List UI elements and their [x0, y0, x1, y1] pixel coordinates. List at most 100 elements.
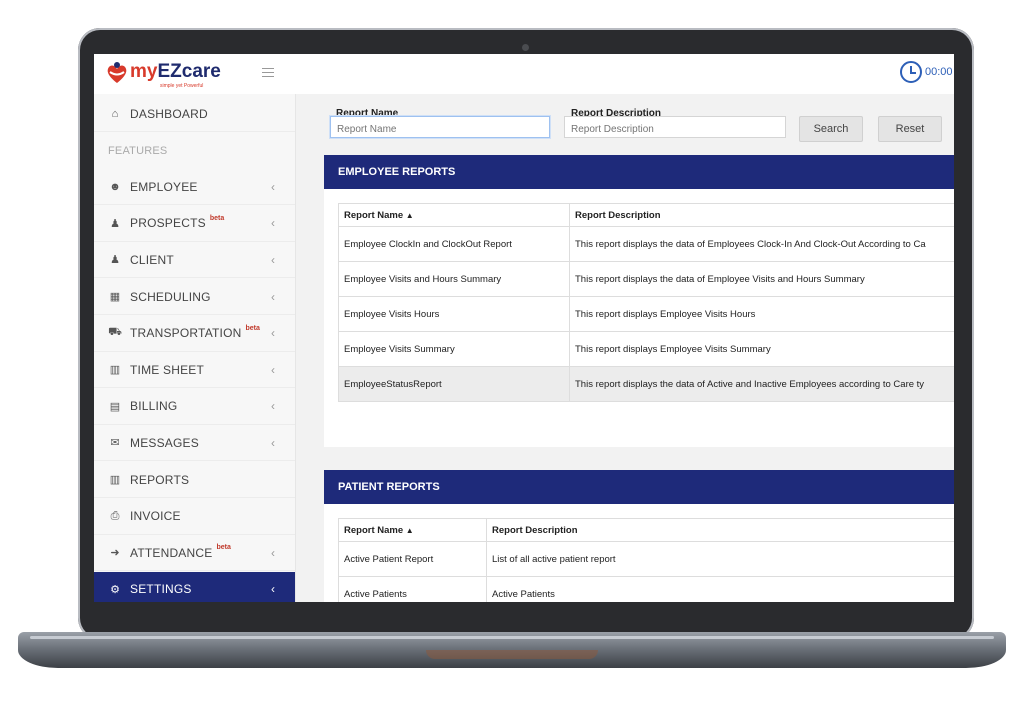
chevron-left-icon: ‹ [271, 326, 275, 341]
cell-report-name[interactable]: Employee Visits and Hours Summary [338, 261, 570, 297]
beta-badge: beta [245, 324, 260, 332]
sidebar-item-settings[interactable]: ⚙ SETTINGS ‹ [94, 571, 295, 602]
sign-in-icon: ➜ [110, 547, 120, 560]
table-header-row: Report Name ▲ Report Description [338, 518, 954, 542]
clock-icon [900, 61, 922, 83]
column-header-report-name[interactable]: Report Name ▲ [338, 203, 570, 227]
home-icon: ⌂ [111, 107, 119, 120]
column-header-report-name[interactable]: Report Name ▲ [338, 518, 487, 542]
column-header-label: Report Description [575, 209, 661, 221]
chevron-left-icon: ‹ [271, 252, 275, 267]
cell-report-description: This report displays Employee Visits Hou… [569, 296, 954, 332]
employee-reports-table: Report Name ▲ Report Description Employe… [338, 203, 954, 402]
sidebar-item-client[interactable]: ♟ CLIENT ‹ [94, 242, 295, 279]
table-row[interactable]: Active Patients Active Patients [338, 576, 954, 602]
sort-ascending-icon: ▲ [405, 525, 414, 535]
cell-report-name[interactable]: Active Patient Report [338, 541, 487, 577]
sidebar-item-label: TRANSPORTATION [130, 326, 242, 341]
cell-report-description: This report displays the data of Employe… [569, 261, 954, 297]
beta-badge: beta [216, 544, 231, 552]
sidebar-item-label: EMPLOYEE [130, 179, 198, 194]
chevron-left-icon: ‹ [271, 435, 275, 450]
users-icon: ☻ [109, 180, 121, 193]
sidebar-item-transportation[interactable]: ⛟ TRANSPORTATION beta ‹ [94, 315, 295, 352]
sidebar-section-features: FEATURES [94, 132, 295, 169]
sort-ascending-icon: ▲ [405, 210, 414, 220]
sidebar-item-time-sheet[interactable]: ▥ TIME SHEET ‹ [94, 352, 295, 389]
cell-report-description: List of all active patient report [486, 541, 954, 577]
sidebar-item-scheduling[interactable]: ▦ SCHEDULING ‹ [94, 279, 295, 315]
table-row[interactable]: Employee Visits Summary This report displ… [338, 331, 954, 367]
table-row[interactable]: Employee Visits Hours This report display… [338, 296, 954, 332]
search-button[interactable]: Search [799, 116, 863, 142]
gear-icon: ⚙ [110, 583, 120, 596]
chevron-left-icon: ‹ [271, 362, 275, 377]
table-header-row: Report Name ▲ Report Description [338, 203, 954, 227]
sidebar-item-label: SCHEDULING [130, 289, 211, 304]
chevron-left-icon: ‹ [271, 545, 275, 560]
sidebar-item-reports[interactable]: ▥ REPORTS [94, 462, 295, 498]
cell-report-description: This report displays the data of Employe… [569, 226, 954, 262]
sidebar-item-label: CLIENT [130, 252, 174, 267]
employee-reports-panel: EMPLOYEE REPORTS Report Name ▲ Report De… [324, 155, 954, 447]
reset-button[interactable]: Reset [878, 116, 942, 142]
report-description-input[interactable] [564, 116, 786, 138]
sidebar-item-label: BILLING [130, 399, 178, 414]
cell-report-name[interactable]: EmployeeStatusReport [338, 366, 570, 402]
sidebar-item-label: SETTINGS [130, 582, 192, 597]
webcam [522, 44, 529, 51]
patient-reports-table: Report Name ▲ Report Description Active … [338, 518, 954, 602]
calendar-icon: ▦ [109, 291, 121, 303]
table-row[interactable]: Employee ClockIn and ClockOut Report This… [338, 226, 954, 262]
sidebar-item-label: FEATURES [108, 144, 168, 157]
column-header-report-description[interactable]: Report Description [569, 203, 954, 227]
sidebar-item-label: TIME SHEET [130, 362, 205, 377]
sidebar-item-label: MESSAGES [130, 435, 199, 450]
table-row[interactable]: Employee Visits and Hours Summary This re… [338, 261, 954, 297]
sidebar-item-employee[interactable]: ☻ EMPLOYEE ‹ [94, 169, 295, 206]
cell-report-name[interactable]: Employee ClockIn and ClockOut Report [338, 226, 570, 262]
column-header-report-description[interactable]: Report Description [486, 518, 954, 542]
document-icon: ▤ [109, 400, 121, 413]
menu-toggle-icon[interactable] [262, 68, 274, 78]
truck-icon: ⛟ [108, 326, 122, 339]
table-row[interactable]: Active Patient Report List of all active … [338, 541, 954, 577]
column-header-label: Report Name [344, 524, 404, 536]
laptop-hinge [30, 636, 994, 639]
chevron-left-icon: ‹ [271, 582, 275, 597]
timer-value: 00:00 [925, 66, 953, 78]
column-header-label: Report Name [344, 209, 404, 221]
bar-chart-icon: ▥ [109, 474, 121, 486]
sidebar-item-billing[interactable]: ▤ BILLING ‹ [94, 388, 295, 425]
sidebar-item-invoice[interactable]: ⎙ INVOICE [94, 498, 295, 535]
app-screen: myEZcare simple yet Powerful 00:00 ⌂ DASH… [94, 54, 954, 602]
sidebar-item-prospects[interactable]: ♟ PROSPECTS beta ‹ [94, 205, 295, 242]
sidebar-item-dashboard[interactable]: ⌂ DASHBOARD [94, 96, 295, 132]
table-row[interactable]: EmployeeStatusReport This report displays… [338, 366, 954, 402]
top-bar: myEZcare simple yet Powerful 00:00 [94, 54, 954, 95]
bar-chart-icon: ▥ [109, 364, 121, 377]
sidebar-item-label: INVOICE [130, 509, 181, 524]
logo-brand: EZcare [157, 61, 221, 82]
cell-report-description: Active Patients [486, 576, 954, 602]
logo-prefix: my [130, 61, 158, 82]
user-icon: ♟ [110, 254, 120, 267]
cell-report-name[interactable]: Employee Visits Hours [338, 296, 570, 332]
patient-reports-title: PATIENT REPORTS [324, 470, 954, 504]
invoice-icon: ⎙ [110, 509, 120, 522]
sidebar-item-messages[interactable]: ✉ MESSAGES ‹ [94, 425, 295, 462]
laptop-notch [426, 650, 598, 659]
main-content: Report Name Report Description Search Re… [296, 94, 954, 602]
cell-report-name[interactable]: Employee Visits Summary [338, 331, 570, 367]
report-name-input[interactable] [330, 116, 550, 138]
timer[interactable]: 00:00 [900, 61, 953, 83]
logo-tagline: simple yet Powerful [160, 83, 204, 89]
app-logo[interactable]: myEZcare simple yet Powerful [104, 61, 221, 89]
sidebar-item-attendance[interactable]: ➜ ATTENDANCE beta ‹ [94, 535, 295, 572]
sidebar: ⌂ DASHBOARD FEATURES ☻ EMPLOYEE ‹ ♟ PROSPECTS be… [94, 94, 296, 602]
user-icon: ♟ [110, 217, 120, 230]
cell-report-description: This report displays the data of Active … [569, 366, 954, 402]
sidebar-item-label: ATTENDANCE [130, 545, 213, 560]
chevron-left-icon: ‹ [271, 179, 275, 194]
cell-report-name[interactable]: Active Patients [338, 576, 487, 602]
